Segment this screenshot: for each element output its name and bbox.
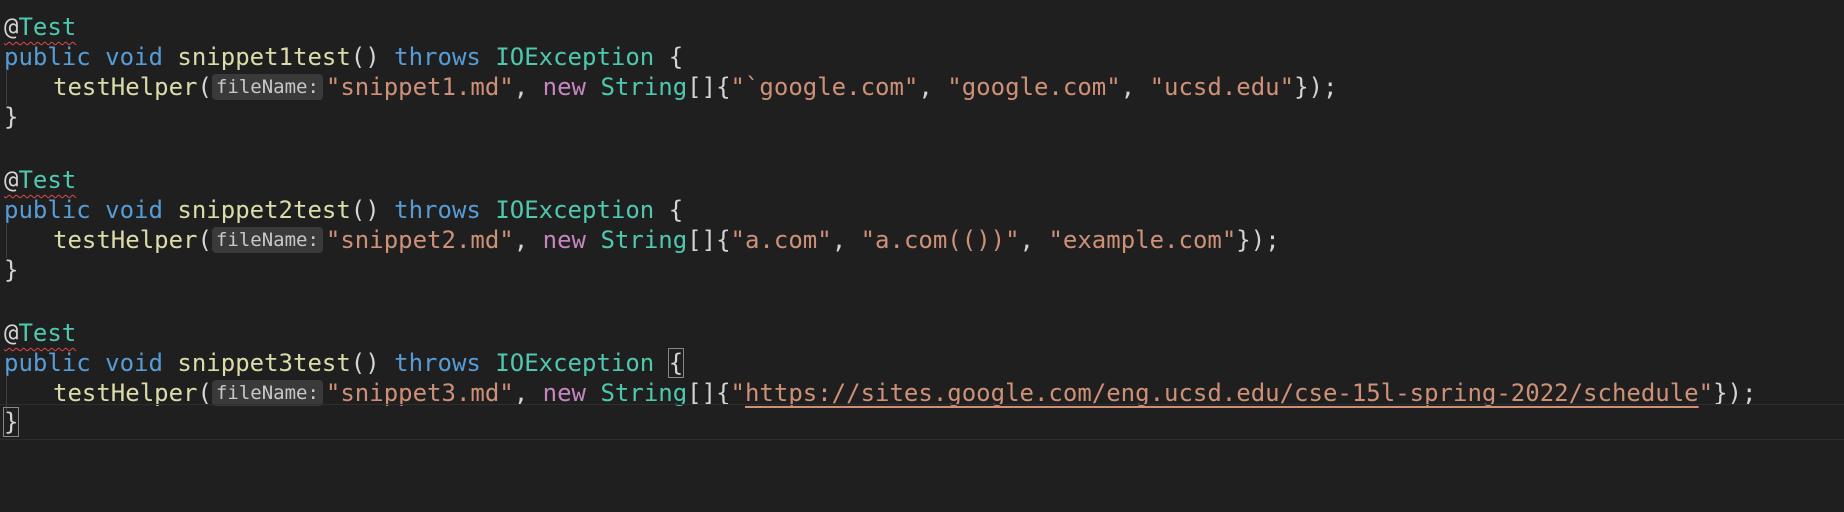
keyword-void: void xyxy=(105,349,163,377)
helper-call: testHelper xyxy=(53,226,198,254)
quote: " xyxy=(1698,379,1714,407)
code-editor[interactable]: @Test public void snippet1test() throws … xyxy=(0,0,1844,512)
file-string: "snippet1.md" xyxy=(325,73,514,101)
arg-string: "google.com" xyxy=(947,73,1121,101)
exception-type: IOException xyxy=(495,196,655,224)
param-inlay-hint: fileName: xyxy=(211,74,323,100)
string-type: String xyxy=(600,379,688,407)
keyword-new: new xyxy=(542,226,587,254)
keyword-throws: throws xyxy=(394,196,481,224)
close-brace-line-3[interactable]: } xyxy=(2,404,20,440)
annotation-at: @ xyxy=(4,166,19,194)
annotation-at: @ xyxy=(4,319,19,347)
current-line-highlight xyxy=(0,404,1844,440)
method-name: snippet2test xyxy=(177,196,351,224)
keyword-new: new xyxy=(542,73,587,101)
url-link[interactable]: https://sites.google.com/eng.ucsd.edu/cs… xyxy=(745,379,1699,407)
string-type: String xyxy=(600,226,688,254)
open-brace-matched: { xyxy=(667,348,685,378)
arg-string: "a.com" xyxy=(730,226,832,254)
file-string: "snippet2.md" xyxy=(325,226,514,254)
keyword-throws: throws xyxy=(394,349,481,377)
arg-string: "`google.com" xyxy=(730,73,919,101)
helper-call: testHelper xyxy=(53,73,198,101)
method-name: snippet3test xyxy=(177,349,351,377)
keyword-void: void xyxy=(105,196,163,224)
annotation-name: Test xyxy=(18,166,77,194)
keyword-public: public xyxy=(4,196,91,224)
annotation-at: @ xyxy=(4,13,19,41)
param-inlay-hint: fileName: xyxy=(211,227,323,253)
close-brace-line-1: } xyxy=(4,99,18,135)
method-body-line-2: testHelper(fileName: "snippet2.md", new S… xyxy=(53,226,1280,254)
arg-string: "ucsd.edu" xyxy=(1149,73,1295,101)
close-brace-line-2: } xyxy=(4,252,18,288)
file-string: "snippet3.md" xyxy=(325,379,514,407)
close-brace: } xyxy=(4,103,19,131)
open-brace: { xyxy=(668,43,684,71)
exception-type: IOException xyxy=(495,349,655,377)
string-type: String xyxy=(600,73,688,101)
quote: " xyxy=(730,379,745,407)
keyword-throws: throws xyxy=(394,43,481,71)
keyword-void: void xyxy=(105,43,163,71)
arg-string: "a.com(())" xyxy=(860,226,1020,254)
open-brace: { xyxy=(668,196,684,224)
close-brace-matched: } xyxy=(2,407,20,437)
annotation-name: Test xyxy=(18,13,77,41)
helper-call: testHelper xyxy=(53,379,198,407)
param-inlay-hint: fileName: xyxy=(211,380,323,406)
keyword-public: public xyxy=(4,349,91,377)
close-brace: } xyxy=(4,256,19,284)
exception-type: IOException xyxy=(495,43,655,71)
method-body-line-1: testHelper(fileName: "snippet1.md", new S… xyxy=(53,73,1338,101)
keyword-new: new xyxy=(542,379,587,407)
annotation-name: Test xyxy=(18,319,77,347)
method-name: snippet1test xyxy=(177,43,351,71)
arg-string: "example.com" xyxy=(1048,226,1237,254)
keyword-public: public xyxy=(4,43,91,71)
